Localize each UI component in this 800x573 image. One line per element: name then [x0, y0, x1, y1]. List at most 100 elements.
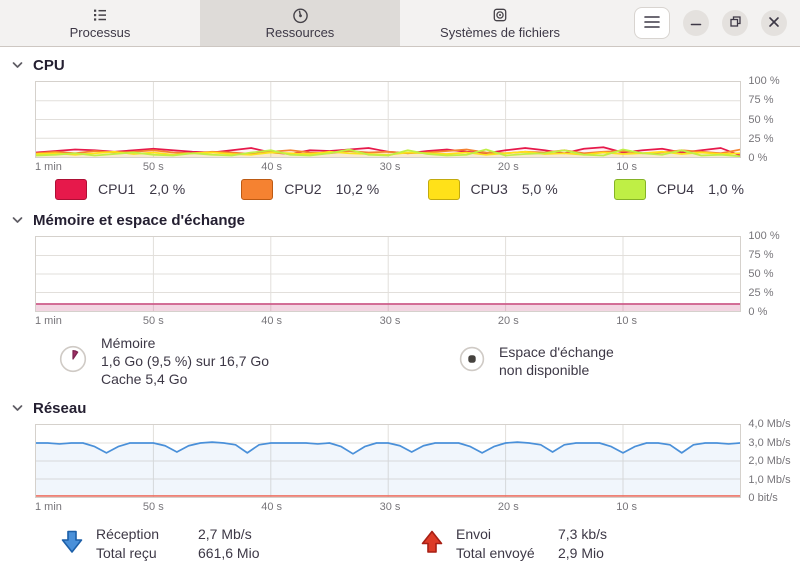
x-tick-label: 30 s [380, 315, 401, 327]
x-tick-label: 50 s [143, 501, 164, 513]
send-rate: 7,3 kb/s [558, 525, 607, 544]
y-tick-label: 4,0 Mb/s [748, 418, 790, 430]
cpu-section: CPU 100 %75 %50 %25 %0 % 1 min50 s40 s30… [0, 47, 800, 202]
network-graph [35, 424, 741, 498]
x-tick-label: 20 s [498, 501, 519, 513]
memory-graph [35, 236, 741, 312]
y-tick-label: 25 % [748, 287, 773, 299]
y-tick-label: 50 % [748, 114, 773, 126]
swap-status-text: non disponible [499, 361, 614, 379]
y-tick-label: 2,0 Mb/s [748, 455, 790, 467]
memory-y-axis: 100 %75 %50 %25 %0 % [741, 236, 800, 312]
network-section-title: Réseau [33, 400, 86, 417]
x-tick-label: 40 s [261, 161, 282, 173]
y-tick-label: 25 % [748, 133, 773, 145]
memory-legend: Mémoire 1,6 Go (9,5 %) sur 16,7 Go Cache… [0, 332, 800, 390]
cpu3-label: CPU3 [471, 181, 508, 197]
cpu1-legend-item: CPU1 2,0 % [55, 179, 241, 200]
memory-x-axis: 1 min 50 s 40 s 30 s 20 s 10 s [35, 312, 745, 330]
tab-processus[interactable]: Processus [0, 0, 200, 46]
tab-label: Ressources [266, 25, 335, 40]
memory-section: Mémoire et espace d'échange 100 %75 %50 … [0, 202, 800, 390]
x-tick-label: 10 s [616, 315, 637, 327]
y-tick-label: 0 bit/s [748, 492, 777, 504]
memory-legend-title: Mémoire [101, 334, 269, 352]
cpu1-color-swatch [55, 179, 87, 200]
x-tick-label: 30 s [380, 501, 401, 513]
network-section: Réseau 4,0 Mb/s3,0 Mb/s2,0 Mb/s1,0 Mb/s0… [0, 390, 800, 566]
cpu4-label: CPU4 [657, 181, 694, 197]
x-tick-label: 50 s [143, 161, 164, 173]
download-arrow-icon [58, 528, 86, 561]
x-tick-label: 10 s [616, 161, 637, 173]
x-tick-label: 1 min [35, 161, 62, 173]
cpu2-legend-item: CPU2 10,2 % [241, 179, 427, 200]
memory-pie-icon [58, 344, 88, 379]
tab-systemes-de-fichiers[interactable]: Systèmes de fichiers [400, 0, 600, 46]
cpu2-label: CPU2 [284, 181, 321, 197]
cpu4-legend-item: CPU4 1,0 % [614, 179, 800, 200]
hamburger-menu-icon [644, 16, 660, 31]
y-tick-label: 100 % [748, 230, 779, 242]
restore-window-icon [729, 15, 742, 31]
swap-pie-icon [458, 345, 486, 378]
x-tick-label: 40 s [261, 501, 282, 513]
cpu3-color-swatch [428, 179, 460, 200]
send-legend-item: Envoi 7,3 kb/s Total envoyé 2,9 Mio [400, 522, 800, 566]
tab-label: Systèmes de fichiers [440, 25, 560, 40]
chevron-down-icon[interactable] [12, 399, 23, 417]
cpu1-label: CPU1 [98, 181, 135, 197]
x-tick-label: 20 s [498, 315, 519, 327]
minimize-icon [690, 16, 702, 31]
send-total: 2,9 Mio [558, 544, 607, 563]
header-bar: Processus Ressources Systèmes de fichier… [0, 0, 800, 47]
swap-legend-title: Espace d'échange [499, 343, 614, 361]
cpu-legend: CPU1 2,0 % CPU2 10,2 % CPU3 5,0 % CPU4 1… [55, 176, 800, 202]
x-tick-label: 10 s [616, 501, 637, 513]
tab-bar: Processus Ressources Systèmes de fichier… [0, 0, 600, 46]
network-y-axis: 4,0 Mb/s3,0 Mb/s2,0 Mb/s1,0 Mb/s0 bit/s [741, 424, 800, 498]
cpu4-value: 1,0 % [708, 181, 744, 197]
disk-icon [492, 7, 508, 24]
tab-label: Processus [70, 25, 131, 40]
receive-total-label: Total reçu [96, 544, 198, 563]
cpu4-color-swatch [614, 179, 646, 200]
restore-window-button[interactable] [722, 10, 748, 36]
x-tick-label: 1 min [35, 315, 62, 327]
memory-cache-text: Cache 5,4 Go [101, 370, 269, 388]
receive-legend-item: Réception 2,7 Mb/s Total reçu 661,6 Mio [0, 522, 400, 566]
send-total-label: Total envoyé [456, 544, 558, 563]
cpu2-color-swatch [241, 179, 273, 200]
network-legend: Réception 2,7 Mb/s Total reçu 661,6 Mio … [0, 522, 800, 566]
receive-total: 661,6 Mio [198, 544, 259, 563]
cpu1-value: 2,0 % [149, 181, 185, 197]
cpu2-value: 10,2 % [336, 181, 380, 197]
chevron-down-icon[interactable] [12, 56, 23, 74]
upload-arrow-icon [418, 528, 446, 561]
cpu-y-axis: 100 %75 %50 %25 %0 % [741, 81, 800, 158]
close-button[interactable] [761, 10, 787, 36]
network-x-axis: 1 min 50 s 40 s 30 s 20 s 10 s [35, 498, 745, 516]
window-controls [634, 0, 800, 46]
y-tick-label: 75 % [748, 249, 773, 261]
y-tick-label: 0 % [748, 152, 767, 164]
x-tick-label: 1 min [35, 501, 62, 513]
x-tick-label: 50 s [143, 315, 164, 327]
x-tick-label: 40 s [261, 315, 282, 327]
memory-usage-text: 1,6 Go (9,5 %) sur 16,7 Go [101, 352, 269, 370]
x-tick-label: 30 s [380, 161, 401, 173]
receive-rate: 2,7 Mb/s [198, 525, 259, 544]
cpu3-legend-item: CPU3 5,0 % [428, 179, 614, 200]
y-tick-label: 3,0 Mb/s [748, 437, 790, 449]
close-icon [768, 16, 780, 31]
tab-ressources[interactable]: Ressources [200, 0, 400, 46]
send-label: Envoi [456, 525, 558, 544]
cpu-x-axis: 1 min 50 s 40 s 30 s 20 s 10 s [35, 158, 745, 176]
hamburger-menu-button[interactable] [634, 7, 670, 39]
cpu3-value: 5,0 % [522, 181, 558, 197]
memory-legend-item: Mémoire 1,6 Go (9,5 %) sur 16,7 Go Cache… [0, 332, 400, 390]
x-tick-label: 20 s [498, 161, 519, 173]
speedometer-icon [292, 7, 309, 24]
chevron-down-icon[interactable] [12, 211, 23, 229]
minimize-button[interactable] [683, 10, 709, 36]
